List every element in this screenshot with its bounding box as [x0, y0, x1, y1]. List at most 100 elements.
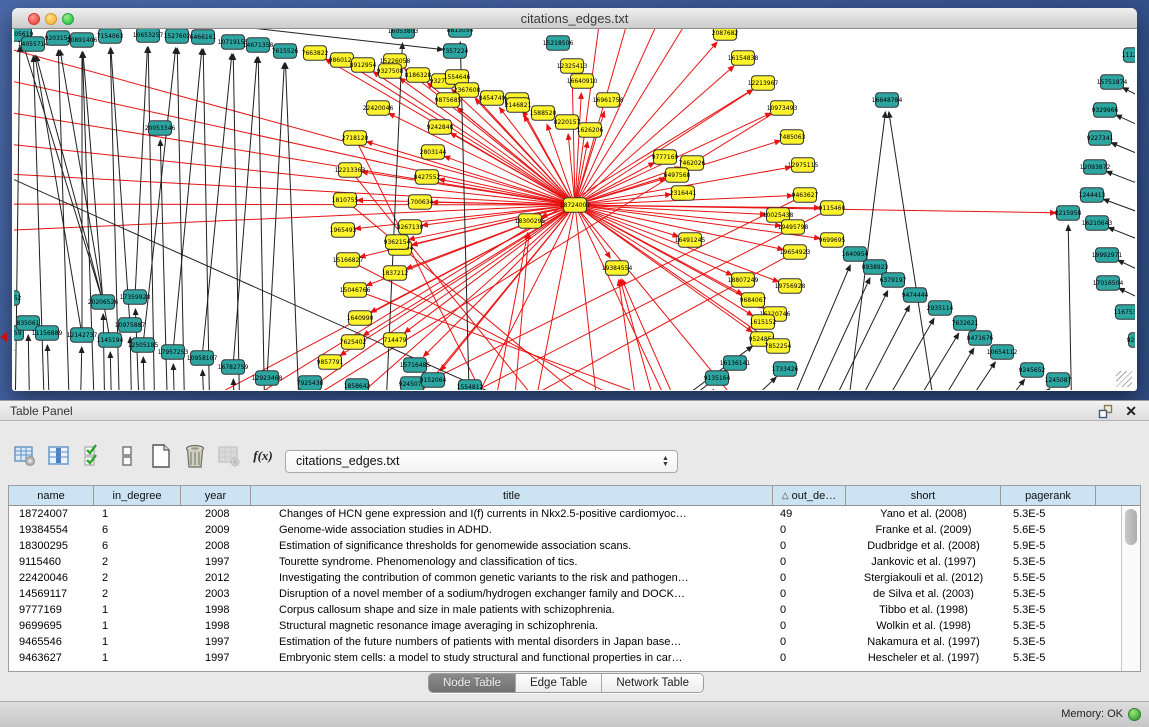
graph-node[interactable]: 16961758: [593, 93, 624, 108]
graph-node[interactable]: 1733426: [772, 362, 799, 377]
graph-node[interactable]: 1167533: [1114, 305, 1135, 320]
network-canvas[interactable]: 3205619140557149203154208914067154063106…: [14, 29, 1135, 390]
graph-node[interactable]: 2087682: [712, 29, 739, 40]
graph-node[interactable]: 2520652: [14, 291, 22, 306]
graph-node[interactable]: 1588520: [530, 106, 557, 121]
graph-node[interactable]: 12325413: [557, 59, 588, 74]
graph-node[interactable]: 17016504: [1093, 276, 1124, 291]
graph-node[interactable]: 19992971: [1092, 248, 1123, 263]
graph-node[interactable]: 1810755: [332, 193, 359, 208]
graph-node[interactable]: 714479: [384, 333, 407, 348]
graph-node[interactable]: 9362154: [384, 235, 411, 250]
graph-node[interactable]: 8912954: [350, 58, 377, 73]
graph-node[interactable]: 17957253: [158, 345, 189, 360]
graph-node[interactable]: 16491245: [675, 233, 706, 248]
table-row[interactable]: 2242004622012Investigating the contribut…: [9, 570, 1140, 586]
graph-node[interactable]: 9245652: [1019, 363, 1046, 378]
graph-node[interactable]: 1837212: [382, 266, 409, 281]
graph-node[interactable]: 15751874: [1097, 75, 1128, 90]
graph-node[interactable]: 9857791: [317, 355, 344, 370]
graph-node[interactable]: 15218506: [543, 36, 574, 51]
table-row[interactable]: 1872400712008Changes of HCN gene express…: [9, 506, 1140, 522]
graph-node[interactable]: 16640910: [567, 74, 598, 89]
graph-node[interactable]: 9227341: [1087, 131, 1114, 146]
graph-node[interactable]: 16648784: [872, 93, 903, 108]
graph-node[interactable]: 16782759: [218, 360, 249, 375]
column-header-name[interactable]: name: [9, 486, 94, 505]
graph-node[interactable]: 2146821: [505, 98, 532, 113]
tab-edge-table[interactable]: Edge Table: [516, 674, 602, 692]
graph-node[interactable]: 10654112: [987, 345, 1018, 360]
table-scrollbar[interactable]: [1121, 506, 1140, 671]
graph-node[interactable]: 2803144: [420, 145, 447, 160]
memory-status-icon[interactable]: [1128, 708, 1141, 721]
graph-node[interactable]: 9463627: [792, 188, 819, 203]
network-graph[interactable]: 3205619140557149203154208914067154063106…: [14, 29, 1135, 390]
graph-node[interactable]: 7625402: [340, 335, 367, 350]
graph-node[interactable]: 15166827: [333, 253, 364, 268]
graph-node[interactable]: 19756928: [775, 279, 806, 294]
float-panel-icon[interactable]: [1098, 404, 1113, 419]
graph-node[interactable]: 12093872: [1080, 160, 1111, 175]
graph-node[interactable]: 12142737: [67, 328, 98, 343]
graph-node[interactable]: 12213967: [748, 76, 779, 91]
graph-node[interactable]: 12505185: [128, 338, 159, 353]
graph-node[interactable]: 1858642: [344, 379, 371, 390]
graph-node[interactable]: 8186328: [405, 68, 432, 83]
graph-node[interactable]: 9327508: [377, 64, 404, 79]
graph-node[interactable]: 8813054: [447, 29, 474, 37]
table-row[interactable]: 946362711997Embryonic stem cells: a mode…: [9, 650, 1140, 666]
graph-node[interactable]: 12975115: [788, 158, 819, 173]
graph-node[interactable]: 9115460: [819, 201, 846, 216]
graph-node[interactable]: 6379197: [880, 273, 907, 288]
table-row[interactable]: 1938455462009Genome-wide association stu…: [9, 522, 1140, 538]
table-column-icon[interactable]: [42, 441, 76, 471]
graph-node[interactable]: 14671358: [243, 38, 274, 53]
graph-node[interactable]: 10958107: [187, 351, 218, 366]
graph-node[interactable]: 7632621: [952, 316, 979, 331]
network-window-titlebar[interactable]: citations_edges.txt: [12, 8, 1137, 29]
table-row[interactable]: 1830029562008Estimation of significance …: [9, 538, 1140, 554]
graph-node[interactable]: 22420046: [363, 101, 394, 116]
graph-node[interactable]: 16210643: [1082, 216, 1113, 231]
graph-node[interactable]: 7852254: [765, 339, 792, 354]
graph-node[interactable]: 9875685: [435, 93, 462, 108]
graph-node[interactable]: 11156889: [32, 326, 63, 341]
graph-node[interactable]: 7154063: [97, 29, 124, 43]
row-height-icon[interactable]: [110, 441, 144, 471]
graph-node[interactable]: 16154838: [728, 51, 759, 66]
graph-node[interactable]: 1626206: [577, 123, 604, 138]
graph-node[interactable]: 7357224: [442, 44, 469, 59]
graph-node[interactable]: 9245082: [1127, 333, 1135, 348]
graph-node[interactable]: 19384554: [602, 261, 633, 276]
graph-node[interactable]: 19495798: [778, 220, 809, 235]
graph-node[interactable]: 12923468: [252, 371, 283, 386]
graph-node[interactable]: 9152064: [420, 373, 447, 388]
column-header-pagerank[interactable]: pagerank: [1001, 486, 1096, 505]
delete-trash-icon[interactable]: [178, 441, 212, 471]
graph-node[interactable]: 9329966: [1092, 103, 1119, 118]
graph-node[interactable]: 1554646: [444, 70, 471, 85]
graph-node[interactable]: 17359928: [120, 290, 151, 305]
graph-node[interactable]: 9699695: [819, 233, 846, 248]
column-header-out_de[interactable]: △out_de…: [773, 486, 846, 505]
close-panel-icon[interactable]: ✕: [1125, 402, 1137, 420]
graph-node[interactable]: 8454749: [479, 91, 506, 106]
graph-node[interactable]: 20891406: [67, 33, 98, 48]
graph-node[interactable]: 15716485: [400, 358, 431, 373]
graph-node[interactable]: 16053803: [388, 29, 419, 38]
scrollbar-thumb[interactable]: [1125, 509, 1137, 545]
graph-node[interactable]: 9242848: [427, 120, 454, 135]
column-header-title[interactable]: title: [251, 486, 773, 505]
graph-node[interactable]: 1145194: [97, 333, 124, 348]
column-header-in_degree[interactable]: in_degree: [94, 486, 181, 505]
graph-node[interactable]: 8471676: [967, 331, 994, 346]
graph-node[interactable]: 10973493: [767, 101, 798, 116]
table-row[interactable]: 977716911998Corpus callosum shape and si…: [9, 602, 1140, 618]
graph-node[interactable]: 2718120: [342, 131, 369, 146]
table-row[interactable]: 946554611997Estimation of the future num…: [9, 634, 1140, 650]
graph-node[interactable]: 8267130: [397, 220, 424, 235]
table-row[interactable]: 969969511998Structural magnetic resonanc…: [9, 618, 1140, 634]
graph-node[interactable]: 1615152: [750, 315, 777, 330]
graph-node[interactable]: 1640954: [842, 247, 869, 262]
